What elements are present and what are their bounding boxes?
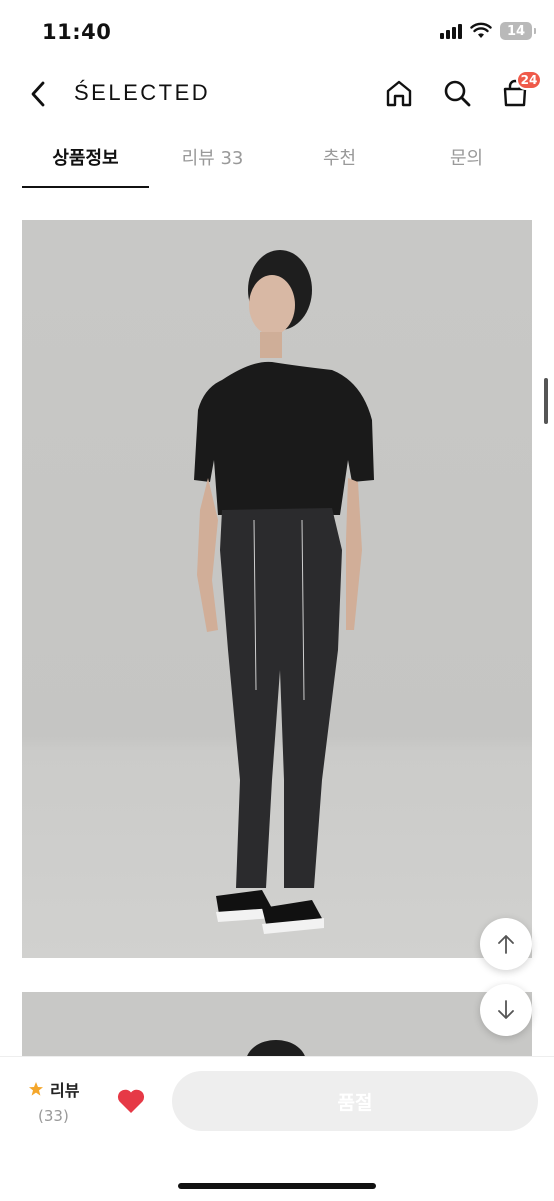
star-icon [29,1082,43,1096]
home-button[interactable] [382,76,416,110]
scroll-to-bottom-button[interactable] [480,984,532,1036]
product-tabs: 상품정보 리뷰 33 추천 문의 [0,126,554,189]
back-button[interactable] [22,78,54,110]
product-image-model-full [22,220,532,958]
app-header: ŚELECTED 24 [0,64,554,126]
search-button[interactable] [440,76,474,110]
tab-recommended[interactable]: 추천 [276,126,403,188]
arrow-down-icon [498,1000,514,1019]
battery-icon: 14 [500,22,536,40]
model-figure [194,250,374,934]
review-label: 리뷰 [50,1081,80,1100]
sold-out-button[interactable]: 품절 [172,1071,538,1131]
review-summary[interactable]: 리뷰 (33) [28,1077,98,1127]
cart-button[interactable]: 24 [498,70,542,110]
like-button[interactable] [116,1087,148,1117]
cellular-signal-icon [440,23,462,39]
search-icon [444,80,471,107]
status-bar: 11:40 14 [0,0,554,64]
tab-reviews[interactable]: 리뷰 33 [149,126,276,188]
heart-icon [117,1089,145,1113]
model-figure-partial [247,1040,305,1056]
tab-product-info[interactable]: 상품정보 [22,126,149,188]
purchase-bar: 리뷰 (33) 품절 [0,1056,554,1201]
arrow-up-icon [498,935,514,954]
scroll-to-top-button[interactable] [480,918,532,970]
product-image-model-detail [22,992,532,1056]
review-count: (33) [38,1107,69,1125]
brand-logo[interactable]: ŚELECTED [74,80,210,106]
home-icon [386,80,412,107]
tab-inquiry[interactable]: 문의 [403,126,530,188]
home-indicator [178,1183,376,1189]
status-time: 11:40 [42,20,112,44]
wifi-icon [470,22,492,38]
chevron-left-icon [31,81,45,107]
cart-count-badge: 24 [516,70,542,90]
scrollbar-thumb[interactable] [544,378,548,424]
status-icons: 14 [440,22,536,40]
product-detail-content[interactable] [0,188,554,1056]
